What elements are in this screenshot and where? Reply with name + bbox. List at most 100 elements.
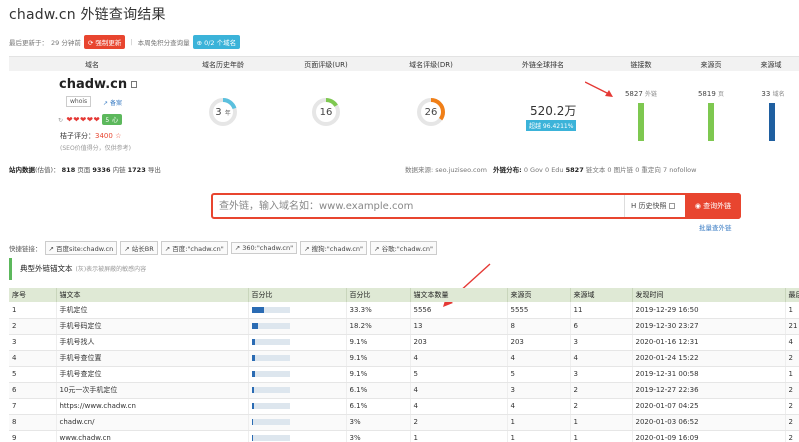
col-anchor[interactable]: 锚文本 xyxy=(56,288,249,302)
col-ref-domains[interactable]: 来源域 xyxy=(570,288,633,302)
col-index[interactable]: 序号 xyxy=(9,288,57,302)
col-percent-bar[interactable]: 百分比 xyxy=(248,288,347,302)
percent-bar xyxy=(251,419,290,425)
row-found-time: 2020-01-09 16:09 xyxy=(632,430,786,442)
table-row: 9 www.chadw.cn 3% 1 1 1 2020-01-09 16:09 2 xyxy=(9,430,799,442)
row-anchor: https://www.chadw.cn xyxy=(56,398,249,415)
col-ref-pages[interactable]: 来源页 xyxy=(507,288,571,302)
beian-label: 备案 xyxy=(109,100,122,107)
row-count: 5 xyxy=(410,366,508,383)
row-count: 5556 xyxy=(410,302,508,319)
stats-outer: 1723 xyxy=(127,166,146,174)
copy-icon[interactable] xyxy=(131,81,138,88)
quick-link-baidu[interactable]: ↗ 百度:"chadw.cn" xyxy=(160,241,228,255)
row-found-time: 2020-01-03 06:52 xyxy=(632,414,786,431)
star-icon[interactable]: ☆ xyxy=(115,132,121,140)
annotation-arrow-line xyxy=(585,81,610,95)
table-row: 5 手机号查定位 9.1% 5 5 3 2019-12-31 00:58 1 xyxy=(9,366,799,383)
page-title: chadw.cn 外链查询结果 xyxy=(9,7,166,23)
row-ref-pages: 203 xyxy=(507,334,571,351)
dist-gov-unit: Gov xyxy=(530,166,543,174)
whois-button[interactable]: whois xyxy=(66,96,92,107)
row-count: 1 xyxy=(410,430,508,442)
row-found-time: 2020-01-24 15:22 xyxy=(632,350,786,367)
quick-link-360[interactable]: ↗ 360:"chadw.cn" xyxy=(230,242,298,254)
quick-link-zhanzhang[interactable]: ↗ 站长BR xyxy=(120,241,158,255)
dist-nofollow: 7 xyxy=(662,166,668,174)
col-percent[interactable]: 百分比 xyxy=(346,288,411,302)
age-number: 3 xyxy=(215,107,222,118)
row-anchor: 手机定位 xyxy=(56,302,249,319)
percent-bar xyxy=(251,387,290,393)
row-found-time: 2019-12-31 00:58 xyxy=(632,366,786,383)
row-ref-pages: 5 xyxy=(507,366,571,383)
table-row: 7 https://www.chadw.cn 6.1% 4 4 2 2020-01-07 0… xyxy=(9,398,799,415)
force-update-button[interactable]: ⟳ 强制更新 xyxy=(83,35,126,49)
ref-pages-unit: 页 xyxy=(718,91,725,98)
row-count: 203 xyxy=(410,334,508,351)
row-ref-pages: 4 xyxy=(507,350,571,367)
anchor-section-header: 典型外链锚文本 (灰)表示被屏蔽的敏感内容 xyxy=(9,258,799,280)
percent-bar xyxy=(251,371,290,377)
row-percent-bar xyxy=(248,430,347,442)
age-value: 3 年 xyxy=(208,107,238,118)
row-anchor: 手机号码定位 xyxy=(56,318,249,335)
row-percent-bar xyxy=(248,318,347,335)
percent-bar xyxy=(251,435,290,441)
percent-bar-fill xyxy=(251,306,265,313)
eye-icon: ◉ xyxy=(694,202,701,210)
history-snapshot-toggle[interactable]: H 历史快照 xyxy=(624,195,686,217)
quick-link-label: 百度:"chadw.cn" xyxy=(172,245,224,253)
header-dr: 域名评级(DR) xyxy=(409,61,453,69)
links-stat: 5827 外链 xyxy=(617,89,665,98)
history-checkbox[interactable] xyxy=(668,203,675,209)
quick-links-label: 快捷链接： xyxy=(9,245,42,253)
jz-note: (SEO价值得分，仅供参考) xyxy=(60,145,132,152)
free-quota-button[interactable]: ⊕ 0/2 个域名 xyxy=(192,35,241,49)
row-ref-domains: 2 xyxy=(570,382,633,399)
col-last[interactable]: 最后 xyxy=(785,288,799,302)
quick-link-baidu-site[interactable]: ↗ 百度site:chadw.cn xyxy=(44,241,118,255)
links-bar xyxy=(638,103,644,141)
row-last: 2 xyxy=(785,398,799,415)
row-percent-bar xyxy=(248,350,347,367)
batch-query-link[interactable]: 批量查外链 xyxy=(699,222,732,232)
ref-domains-unit: 域名 xyxy=(772,91,785,98)
dist-edu-unit: Edu xyxy=(551,166,564,174)
col-found-time[interactable]: 发现时间 xyxy=(632,288,786,302)
row-last: 2 xyxy=(785,430,799,442)
search-input[interactable] xyxy=(219,199,619,213)
row-percent: 33.3% xyxy=(346,302,411,319)
row-last: 2 xyxy=(785,382,799,399)
row-count: 4 xyxy=(410,398,508,415)
ref-domains-bar xyxy=(769,103,775,141)
refresh-icon: ↻ xyxy=(58,117,64,124)
stats-label-sub: (估值) xyxy=(35,166,54,174)
row-percent-bar xyxy=(248,366,347,383)
percent-bar-fill xyxy=(251,387,254,393)
quick-link-sogou[interactable]: ↗ 搜狗:"chadw.cn" xyxy=(300,241,368,255)
stats-pages-unit: 页面 xyxy=(77,166,91,174)
row-found-time: 2019-12-30 23:27 xyxy=(632,318,786,335)
links-value: 5827 xyxy=(624,90,643,98)
free-quota-label: 本周免积分查询量 xyxy=(137,39,190,47)
dist-redirect: 0 xyxy=(635,166,640,174)
quick-link-google[interactable]: ↗ 谷歌:"chadw.cn" xyxy=(370,241,438,255)
force-update-label: 强制更新 xyxy=(95,39,122,47)
data-source: 数据来源: seo.juziseo.com xyxy=(405,166,487,174)
row-percent: 9.1% xyxy=(346,334,411,351)
dist-text-unit: 链文本 xyxy=(585,166,606,174)
ref-domains-value: 33 xyxy=(761,90,771,98)
row-percent: 3% xyxy=(346,414,411,431)
row-ref-domains: 6 xyxy=(570,318,633,335)
beian-link[interactable]: ↗ 备案 xyxy=(103,98,122,107)
header-global-rank: 外链全球排名 xyxy=(522,61,564,69)
level-badge: 5 心 xyxy=(102,114,122,125)
ur-value: 16 xyxy=(319,107,333,118)
col-count[interactable]: 锚文本数量 xyxy=(410,288,508,302)
percent-bar-fill xyxy=(251,419,253,425)
stats-pages: 818 xyxy=(61,166,76,174)
dist-edu: 0 xyxy=(544,166,550,174)
percent-bar-fill xyxy=(251,435,253,441)
search-button[interactable]: ◉ 查询外链 xyxy=(685,193,741,219)
